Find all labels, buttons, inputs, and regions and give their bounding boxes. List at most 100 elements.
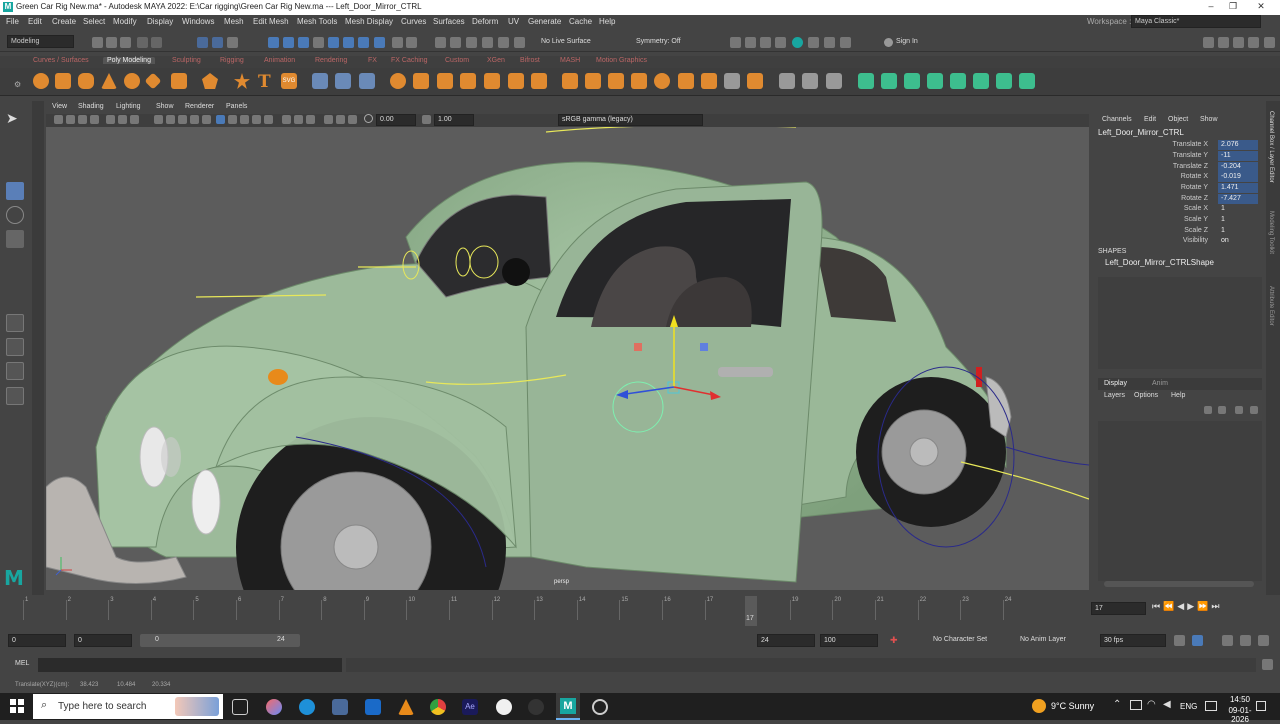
freeze-transform-icon[interactable] (881, 73, 897, 89)
new-layer-icon[interactable] (1235, 406, 1243, 414)
maya-taskbar-button[interactable]: M (556, 693, 580, 720)
clock-time[interactable]: 14:50 (1226, 695, 1254, 704)
snap-point-icon[interactable] (298, 37, 309, 48)
channel-value[interactable]: -7.427 (1218, 194, 1258, 204)
menu-modify[interactable]: Modify (113, 17, 137, 26)
weather-text[interactable]: 9°C Sunny (1051, 701, 1094, 711)
arnold-render-icon[interactable] (808, 37, 819, 48)
poly-sphere-icon[interactable] (33, 73, 49, 89)
single-view-icon[interactable] (6, 314, 24, 332)
fps-dropdown[interactable]: 30 fps (1100, 634, 1166, 647)
sound-icon[interactable] (1222, 635, 1233, 646)
vp-menu-lighting[interactable]: Lighting (116, 103, 141, 110)
menu-select[interactable]: Select (83, 17, 105, 26)
car-scene[interactable] (46, 127, 1089, 590)
layer-menu-help[interactable]: Help (1171, 392, 1185, 399)
sign-in-button[interactable]: Sign In (896, 38, 918, 45)
render-frame-icon[interactable] (498, 37, 509, 48)
lights-icon[interactable] (202, 115, 211, 124)
multi-cut-icon[interactable] (585, 73, 601, 89)
vp-menu-renderer[interactable]: Renderer (185, 103, 214, 110)
layer-menu-options[interactable]: Options (1134, 392, 1158, 399)
channel-value[interactable]: -0.204 (1218, 162, 1258, 172)
center-pivot-icon[interactable] (858, 73, 874, 89)
textured-icon[interactable] (190, 115, 199, 124)
combine-icon[interactable] (312, 73, 328, 89)
poly-disc-icon[interactable] (171, 73, 187, 89)
channel-row[interactable]: Scale X1 (1094, 204, 1266, 215)
keyboard-icon[interactable] (1205, 701, 1217, 711)
menu-deform[interactable]: Deform (472, 17, 498, 26)
script-editor-icon[interactable] (1262, 659, 1273, 670)
select-tool-icon[interactable]: ➤ (6, 110, 24, 128)
side-tab-modeling-toolkit[interactable]: Modeling Toolkit (1268, 211, 1274, 254)
layer-list[interactable] (1098, 421, 1262, 581)
new-scene-icon[interactable] (92, 37, 103, 48)
channel-row[interactable]: Rotate Y 1.471 (1094, 183, 1266, 194)
snap-view-icon[interactable] (313, 37, 324, 48)
pause-ipr-icon[interactable] (840, 37, 851, 48)
resolution-gate-icon[interactable] (130, 115, 139, 124)
channel-value[interactable]: 1 (1218, 226, 1258, 236)
time-slider[interactable]: 123456789101112131415161718192021222324 … (0, 596, 1280, 626)
snap-surface-icon[interactable] (328, 37, 339, 48)
channel-value[interactable]: -11 (1218, 151, 1258, 161)
planar-uv-icon[interactable] (802, 73, 818, 89)
connect-icon[interactable] (631, 73, 647, 89)
viewport-3d[interactable]: persp (46, 127, 1089, 590)
wireframe-on-shaded-icon[interactable] (178, 115, 187, 124)
poly-torus-icon[interactable] (124, 73, 140, 89)
film-gate-icon[interactable] (118, 115, 127, 124)
target-weld-icon[interactable] (608, 73, 624, 89)
boolean-icon[interactable] (359, 73, 375, 89)
reset-transform-icon[interactable] (927, 73, 943, 89)
playback-controls[interactable]: ⏮⏪◀▶⏩⏭ (1152, 601, 1222, 612)
shelf-tab-poly-modeling[interactable]: Poly Modeling (103, 57, 155, 64)
auto-key-icon[interactable]: ✚ (890, 635, 898, 646)
menu-curves[interactable]: Curves (401, 17, 426, 26)
construction-history-icon[interactable] (466, 37, 477, 48)
channel-row[interactable]: Rotate X -0.019 (1094, 172, 1266, 183)
layer-menu-layers[interactable]: Layers (1104, 392, 1125, 399)
channel-value[interactable]: 1.471 (1218, 183, 1258, 193)
motion-blur-icon[interactable] (240, 115, 249, 124)
scale-tool-icon[interactable] (6, 230, 24, 248)
weather-sun-icon[interactable] (1032, 699, 1046, 713)
vp-menu-shading[interactable]: Shading (78, 103, 104, 110)
delete-history-icon[interactable] (904, 73, 920, 89)
blender-icon[interactable] (496, 699, 512, 715)
platonic-solid-icon[interactable] (202, 73, 218, 89)
mel-label[interactable]: MEL (15, 660, 29, 667)
side-tab-attribute-editor[interactable]: Attribute Editor (1268, 286, 1274, 326)
live-surface-label[interactable]: No Live Surface (541, 38, 591, 45)
layer-tab-anim[interactable]: Anim (1152, 380, 1168, 387)
volume-icon[interactable]: ◀ (1163, 699, 1171, 710)
playback-start-field[interactable]: 0 (74, 634, 132, 647)
select-object-icon[interactable] (212, 37, 223, 48)
symmetry-label[interactable]: Symmetry: Off (636, 38, 681, 45)
poly-cylinder-icon[interactable] (78, 73, 94, 89)
smooth-icon[interactable] (390, 73, 406, 89)
new-layer-selected-icon[interactable] (1250, 406, 1258, 414)
select-hierarchy-icon[interactable] (197, 37, 208, 48)
clock-date[interactable]: 09-01-2026 (1220, 706, 1260, 724)
channel-value[interactable]: 2.076 (1218, 140, 1258, 150)
after-effects-icon[interactable]: Ae (462, 699, 478, 715)
auto-uv-icon[interactable] (826, 73, 842, 89)
tray-chevron-icon[interactable]: ⌃ (1113, 699, 1121, 710)
paint-select-icon[interactable] (6, 158, 24, 176)
shelf-tab-animation[interactable]: Animation (264, 57, 295, 64)
hypershade-icon[interactable] (792, 37, 803, 48)
input-ops-icon[interactable] (435, 37, 446, 48)
menu-create[interactable]: Create (52, 17, 76, 26)
poly-cube-icon[interactable] (55, 73, 71, 89)
shelf-tab-mash[interactable]: MASH (560, 57, 580, 64)
arnold-ipr-icon[interactable] (824, 37, 835, 48)
xray-joints-icon[interactable] (306, 115, 315, 124)
snap-edge-icon[interactable] (358, 37, 369, 48)
anim-layer-dropdown[interactable]: No Anim Layer (1020, 636, 1066, 643)
loop-icon[interactable] (1174, 635, 1185, 646)
uv-editor-icon[interactable] (973, 73, 989, 89)
shelf-tab-curves-surfaces[interactable]: Curves / Surfaces (33, 57, 89, 64)
image-plane-icon[interactable] (90, 115, 99, 124)
